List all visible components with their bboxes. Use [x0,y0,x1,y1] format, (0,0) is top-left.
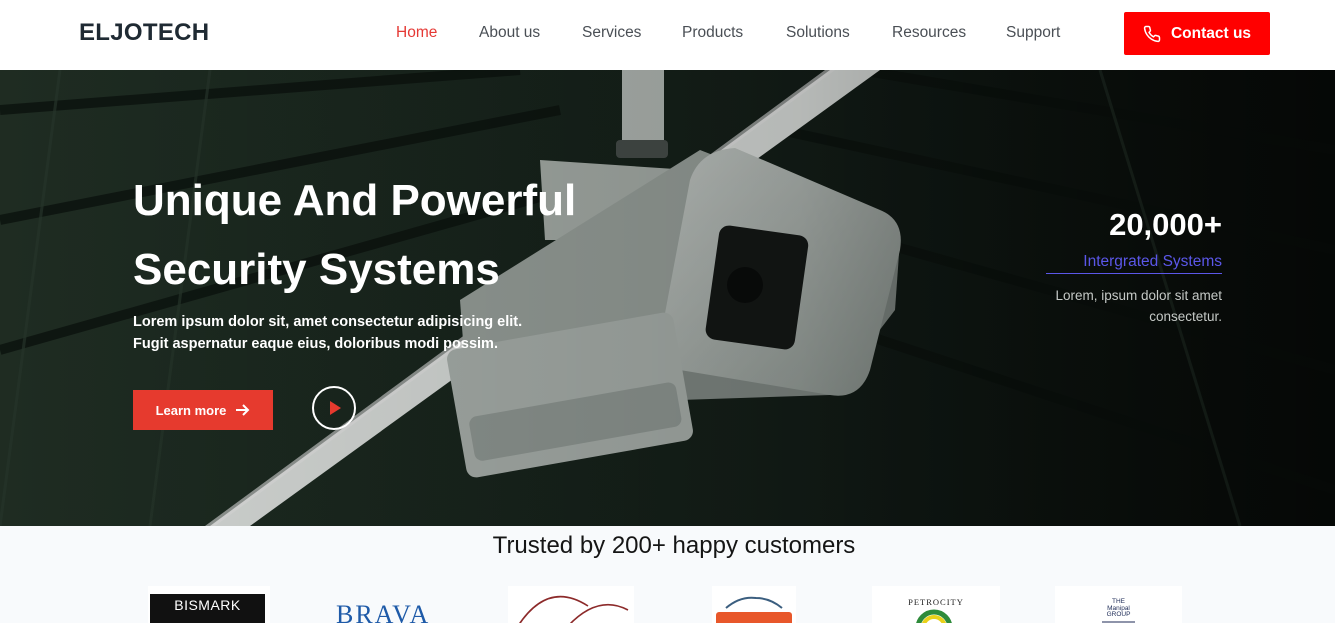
stat-description-line2: consectetur. [1149,309,1222,324]
hero-subtitle-line2: Fugit aspernatur eaque eius, doloribus m… [133,336,498,352]
play-icon [330,401,341,415]
contact-us-label: Contact us [1170,24,1252,42]
bismark-logo: BISMARK [148,586,270,623]
petrocity-logo-mark [916,609,952,623]
drove-logo-mark [716,596,792,623]
play-video-button[interactable] [312,386,356,430]
arcs-logo [508,586,634,623]
trusted-customers-section: Trusted by 200+ happy customers BISMARK … [0,526,1335,623]
phone-icon [1143,25,1161,42]
stat-description: Lorem, ipsum dolor sit amet consectetur. [1010,285,1222,327]
arrow-right-icon [236,404,250,416]
brava-logo-text: BRAVA [336,600,431,623]
stat-label: Intergrated Systems [1046,253,1222,274]
nav-item-services[interactable]: Services [582,24,641,42]
learn-more-button[interactable]: Learn more [133,390,273,430]
stat-number: 20,000+ [1109,207,1222,242]
nav-item-support[interactable]: Support [1006,24,1060,42]
learn-more-label: Learn more [155,402,227,418]
nav-item-home[interactable]: Home [396,24,437,42]
nav-item-solutions[interactable]: Solutions [786,24,850,42]
petrocity-logo: PETROCITY [872,586,1000,623]
trusted-title: Trusted by 200+ happy customers [492,532,856,559]
stat-description-line1: Lorem, ipsum dolor sit amet [1055,288,1222,303]
drove-logo [712,586,796,623]
nav-item-products[interactable]: Products [682,24,743,42]
hero-subtitle: Lorem ipsum dolor sit, amet consectetur … [133,311,553,355]
hero-subtitle-line1: Lorem ipsum dolor sit, amet consectetur … [133,314,523,330]
top-navbar: ELJOTECH Home About us Services Products… [0,0,1335,70]
bismark-logo-text: BISMARK [150,594,265,623]
manipal-logo: THE Manipal GROUP [1055,586,1182,623]
arcs-logo-mark [519,595,629,623]
hero-title: Unique And Powerful Security Systems [133,166,653,304]
contact-us-button[interactable]: Contact us [1124,12,1270,55]
nav-item-about-us[interactable]: About us [479,24,540,42]
manipal-logo-mark [1102,621,1135,623]
brand-logo[interactable]: ELJOTECH [79,19,209,47]
hero-title-line1: Unique And Powerful [133,176,577,225]
hero-section: Unique And Powerful Security Systems Lor… [0,70,1335,526]
brava-logo: BRAVA [330,586,450,623]
hero-title-line2: Security Systems [133,245,500,294]
nav-item-resources[interactable]: Resources [892,24,966,42]
